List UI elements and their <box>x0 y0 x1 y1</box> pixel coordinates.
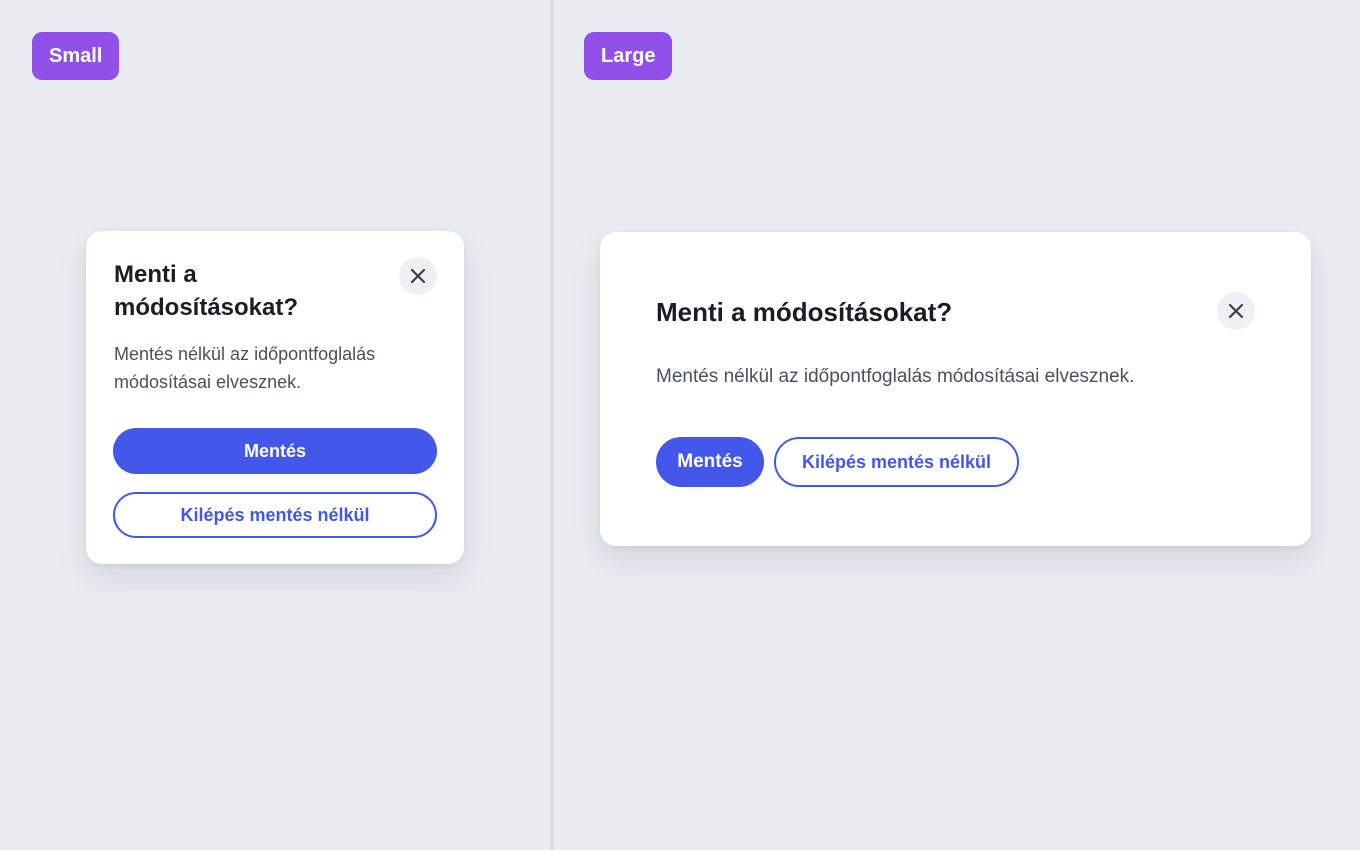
close-button[interactable] <box>399 257 437 295</box>
exit-without-saving-button[interactable]: Kilépés mentés nélkül <box>113 492 437 538</box>
exit-without-saving-button[interactable]: Kilépés mentés nélkül <box>774 437 1019 487</box>
size-badge-small: Small <box>32 32 120 80</box>
close-icon <box>1228 303 1244 319</box>
dialog-message: Mentés nélkül az időpontfoglalás módosít… <box>656 366 1135 387</box>
size-badge-large: Large <box>584 32 673 80</box>
close-button[interactable] <box>1217 292 1255 330</box>
dialog-title: Menti a módosításokat? <box>656 297 953 327</box>
dialog-message: Mentés nélkül az időpontfoglalás módosít… <box>114 344 376 392</box>
save-button[interactable]: Mentés <box>113 428 437 474</box>
confirm-dialog-large: Menti a módosításokat? Mentés nélkül az … <box>600 232 1311 546</box>
dialog-title: Menti a módosításokat? <box>114 261 299 321</box>
confirm-dialog-small: Menti a módosításokat? Mentés nélkül az … <box>86 231 464 564</box>
small-variant-panel: Small Menti a módosításokat? Mentés nélk… <box>0 0 551 850</box>
save-button[interactable]: Mentés <box>656 437 764 487</box>
close-icon <box>410 268 426 284</box>
